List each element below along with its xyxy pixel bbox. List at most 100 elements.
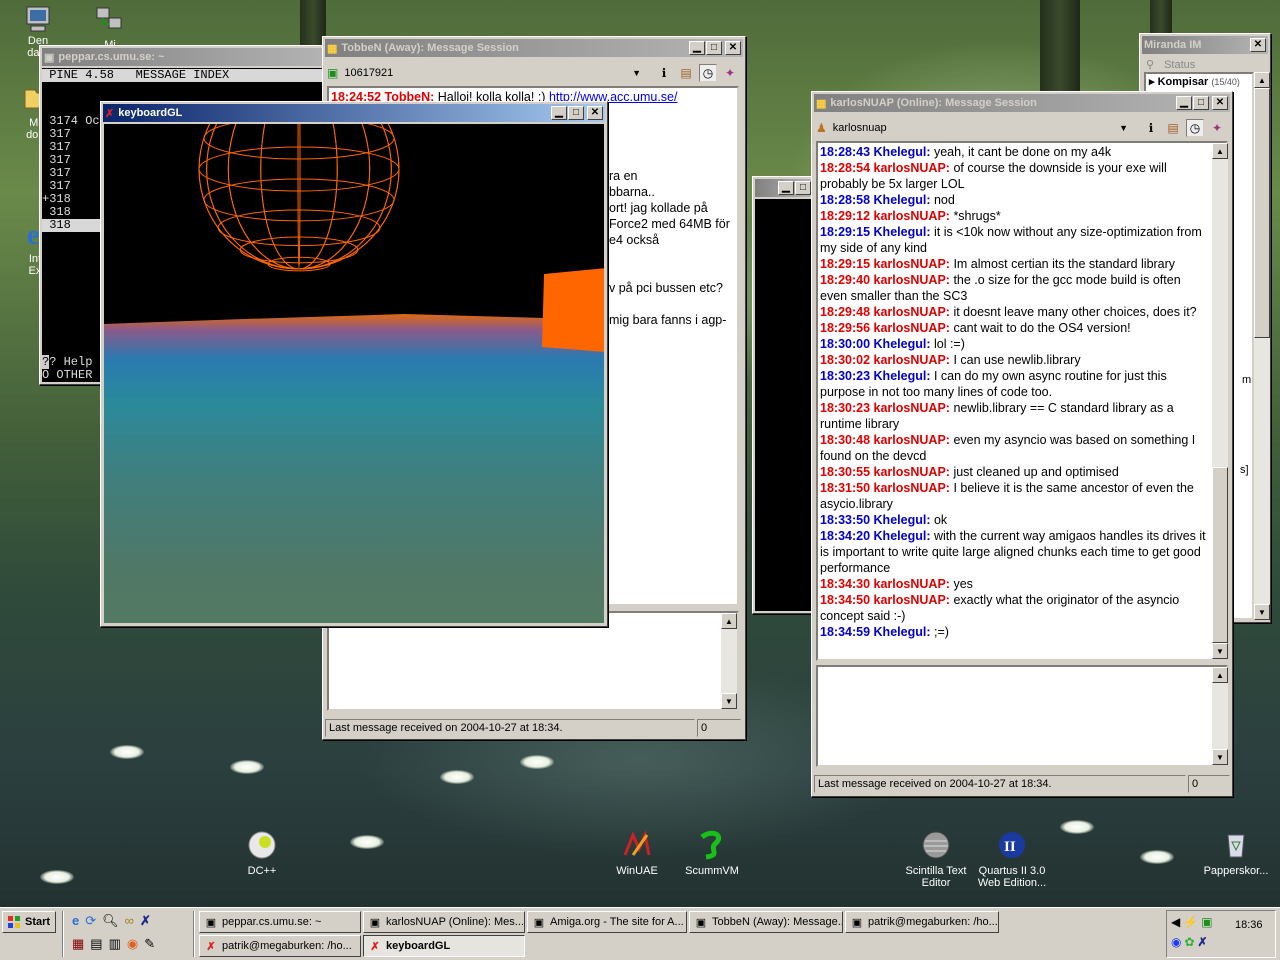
clock-icon[interactable]: ◷ [1186, 119, 1204, 137]
x-icon: ✗ [206, 940, 216, 953]
keyboardgl-window[interactable]: ✗ keyboardGL ▁ □ ✕ [100, 101, 608, 627]
x-icon[interactable]: ✗ [1198, 935, 1208, 949]
desktop-icon-dcpp[interactable]: DC++ [222, 828, 302, 877]
tray-app-icon[interactable]: ▣ [1201, 915, 1212, 929]
pine-other[interactable]: O OTHER [42, 369, 92, 382]
terminal-titlebar[interactable]: ▁ □ [755, 179, 813, 197]
chat-message: 18:29:40 karlosNUAP: the .o size for the… [820, 273, 1181, 303]
send-options-icon[interactable]: ✦ [721, 64, 739, 82]
chevron-right-icon: ▸ [1149, 76, 1155, 88]
scroll-up-arrow[interactable]: ▲ [1212, 143, 1228, 159]
network-icon [93, 2, 127, 36]
network-status-icon[interactable]: ⚡ [1183, 915, 1198, 929]
desktop-icon-scummvm[interactable]: ScummVM [672, 828, 752, 877]
system-tray: ◀ ⚡ ▣ ◉ ✿ ✗ 18:36 [1166, 910, 1276, 958]
recycle-bin-icon [1219, 828, 1253, 862]
sphere-wire [227, 124, 371, 270]
minimize-button[interactable]: ▁ [551, 106, 567, 120]
clock-icon[interactable]: ◷ [699, 64, 717, 82]
karlos-titlebar[interactable]: ▦ karlosNUAP (Online): Message Session ▁… [814, 94, 1230, 112]
chat-message: 18:30:55 karlosNUAP: just cleaned up and… [820, 465, 1119, 479]
media-icon[interactable]: ▦ [72, 936, 84, 952]
chat-message: 18:30:02 karlosNUAP: I can use newlib.li… [820, 353, 1081, 367]
history-icon[interactable]: ▤ [677, 64, 695, 82]
scroll-up-arrow[interactable]: ▲ [1212, 667, 1228, 683]
refresh-icon[interactable]: ⟳ [85, 913, 96, 929]
desktop-icon-network[interactable]: Mi [70, 2, 150, 51]
x-icon[interactable]: ✗ [140, 913, 151, 929]
glasses-icon[interactable]: ∞ [125, 913, 134, 929]
tobben-titlebar[interactable]: ▦ TobbeN (Away): Message Session ▁ □ ✕ [325, 39, 743, 57]
chevron-down-icon[interactable]: ▼ [632, 68, 641, 78]
tobben-input-scrollbar[interactable]: ▲ ▼ [721, 613, 737, 709]
contact-group[interactable]: ▸ Kompisar (15/40) [1146, 74, 1252, 89]
user-info-icon[interactable]: ℹ [655, 64, 673, 82]
x-icon: ✗ [105, 107, 115, 120]
taskbar-task[interactable]: ✗ patrik@megaburken: /ho... [199, 935, 361, 957]
clock[interactable]: 18:36 [1235, 919, 1263, 931]
volume-icon[interactable]: ◀ [1171, 915, 1180, 929]
quick-launch-row2: ▦ ▤ ▥ ◉ ✎ [72, 936, 155, 952]
terminal-window-partial[interactable]: ▁ □ [752, 176, 816, 614]
maximize-button[interactable]: □ [568, 106, 584, 120]
karlos-message-log[interactable]: 18:28:43 Khelegul: yeah, it cant be done… [818, 143, 1212, 655]
karlos-input-scrollbar[interactable]: ▲ ▼ [1212, 667, 1228, 765]
lily-flower [1140, 850, 1174, 864]
taskbar-task[interactable]: ▣ karlosNUAP (Online): Mes... [363, 911, 525, 933]
karlos-input[interactable] [816, 665, 1228, 767]
desktop-icon-scintilla[interactable]: Scintilla Text Editor [896, 828, 976, 889]
karlos-log-scrollbar[interactable]: ▲ ▼ [1212, 143, 1228, 659]
taskbar-task[interactable]: ▣ TobbeN (Away): Message... [689, 911, 843, 933]
maximize-button[interactable]: □ [706, 41, 722, 55]
close-button[interactable]: ✕ [1250, 38, 1266, 52]
desktop-icon-quartus[interactable]: II Quartus II 3.0 Web Edition... [972, 828, 1052, 889]
scintilla-icon [919, 828, 953, 862]
send-options-icon[interactable]: ✦ [1208, 119, 1226, 137]
keyboardgl-titlebar[interactable]: ✗ keyboardGL ▁ □ ✕ [103, 104, 605, 122]
flower-icon[interactable]: ✿ [1184, 935, 1194, 949]
minimize-button[interactable]: ▁ [778, 181, 794, 195]
close-button[interactable]: ✕ [1212, 96, 1228, 110]
chat-message: 18:30:23 Khelegul: I can do my own async… [820, 369, 1167, 399]
miranda-titlebar[interactable]: Miranda IM ✕ [1142, 36, 1268, 54]
taskbar-task[interactable]: ✗ keyboardGL [363, 935, 525, 957]
chevron-down-icon[interactable]: ▼ [1119, 123, 1128, 133]
close-button[interactable]: ✕ [725, 41, 741, 55]
desktop-icon-recycle-bin[interactable]: Papperskor... [1196, 828, 1276, 877]
miranda-status[interactable]: ⚲ Status [1140, 56, 1270, 73]
svg-text:II: II [1004, 839, 1016, 855]
scroll-thumb[interactable] [1254, 88, 1270, 338]
notepad-icon[interactable]: ▥ [109, 936, 121, 952]
history-icon[interactable]: ▤ [1164, 119, 1182, 137]
pen-icon[interactable]: ✎ [144, 936, 155, 952]
minimize-button[interactable]: ▁ [689, 41, 705, 55]
scroll-down-arrow[interactable]: ▼ [721, 693, 737, 709]
pine-titlebar[interactable]: ▣ peppar.cs.umu.se: ~ [42, 48, 336, 66]
desktop-icon-winuae[interactable]: WinUAE [597, 828, 677, 877]
scroll-up-arrow[interactable]: ▲ [721, 613, 737, 629]
maximize-button[interactable]: □ [1193, 96, 1209, 110]
gl-canvas[interactable] [104, 124, 604, 623]
taskbar-task[interactable]: ▣ patrik@megaburken: /ho... [845, 911, 999, 933]
close-button[interactable]: ✕ [587, 106, 603, 120]
taskbar-task[interactable]: ▣ peppar.cs.umu.se: ~ [199, 911, 361, 933]
messenger-icon[interactable]: ◉ [1171, 935, 1181, 949]
minimize-button[interactable]: ▁ [1176, 96, 1192, 110]
start-button[interactable]: Start [2, 911, 56, 933]
maximize-button[interactable]: □ [795, 181, 811, 195]
user-info-icon[interactable]: ℹ [1142, 119, 1160, 137]
calculator-icon[interactable]: ▤ [90, 936, 102, 952]
scroll-down-arrow[interactable]: ▼ [1212, 643, 1228, 659]
scroll-down-arrow[interactable]: ▼ [1254, 604, 1270, 620]
terminal-screen[interactable] [755, 199, 813, 611]
ie-icon[interactable]: e [72, 913, 79, 929]
log-line: bbarna.. [609, 185, 655, 199]
scroll-thumb[interactable] [1212, 467, 1228, 643]
chat-message: 18:29:15 karlosNUAP: Im almost certian i… [820, 257, 1176, 271]
scroll-down-arrow[interactable]: ▼ [1212, 749, 1228, 765]
scroll-up-arrow[interactable]: ▲ [1254, 72, 1270, 88]
firefox-icon[interactable]: ◉ [127, 936, 138, 952]
miranda-scrollbar[interactable]: ▲ ▼ [1254, 72, 1270, 620]
taskbar-task[interactable]: ▣ Amiga.org - The site for A... [527, 911, 687, 933]
search-icon[interactable]: 🔍︎ [102, 913, 119, 929]
